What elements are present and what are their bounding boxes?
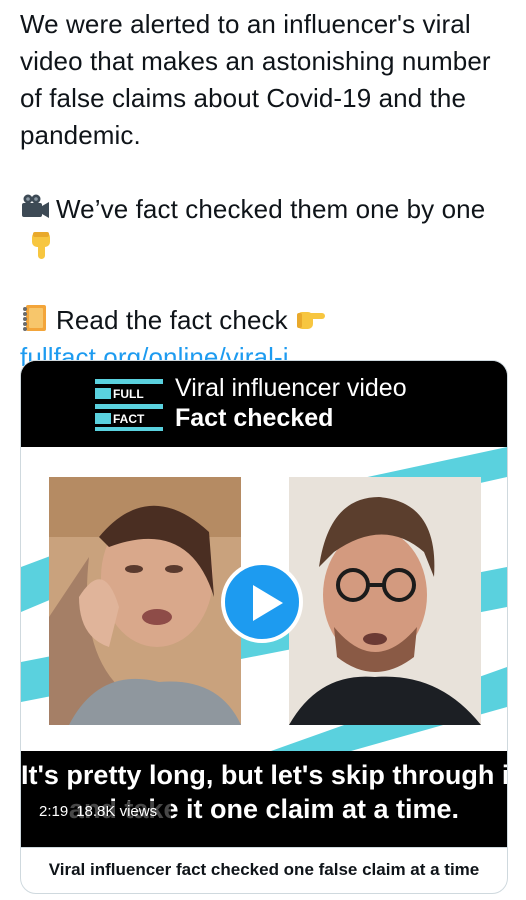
notebook-icon [20, 303, 50, 333]
video-camera-icon [20, 192, 50, 222]
tweet-line-fact-checked: We’ve fact checked them one by one [56, 194, 486, 224]
video-player[interactable]: FULL FACT Viral influencer video Fact ch… [21, 361, 507, 847]
tweet-page: We were alerted to an influencer's viral… [0, 0, 526, 900]
pointing-down-icon [26, 229, 58, 261]
logo-text-full: FULL [113, 387, 144, 401]
play-button[interactable] [221, 561, 303, 643]
logo-text-fact: FACT [113, 412, 145, 426]
caption-line-1: It's pretty long, but let's skip through… [21, 760, 507, 790]
video-meta-badge: 2:19 18.8K views [33, 801, 172, 823]
speaker-right-video [289, 477, 481, 725]
banner-title: Viral influencer video [175, 374, 407, 402]
tweet-paragraph-read: Read the fact check [20, 302, 512, 339]
full-fact-logo: FULL FACT [95, 379, 163, 431]
video-card[interactable]: FULL FACT Viral influencer video Fact ch… [20, 360, 508, 894]
play-icon [253, 585, 283, 621]
tweet-line-read: Read the fact check [56, 305, 288, 335]
video-frame [21, 447, 507, 751]
tweet-body: We were alerted to an influencer's viral… [20, 6, 512, 376]
video-banner: FULL FACT Viral influencer video Fact ch… [21, 361, 507, 447]
banner-subtitle: Fact checked [175, 404, 334, 432]
video-view-count: 18.8K views [76, 803, 158, 820]
pointing-right-icon [294, 303, 326, 335]
speaker-left-video [49, 477, 241, 725]
video-duration: 2:19 [39, 803, 69, 820]
video-caption: It's pretty long, but let's skip through… [21, 751, 507, 847]
tweet-paragraph-intro: We were alerted to an influencer's viral… [20, 9, 491, 150]
tweet-paragraph-fact-checked: We’ve fact checked them one by one [20, 191, 512, 265]
card-title[interactable]: Viral influencer fact checked one false … [21, 847, 507, 893]
